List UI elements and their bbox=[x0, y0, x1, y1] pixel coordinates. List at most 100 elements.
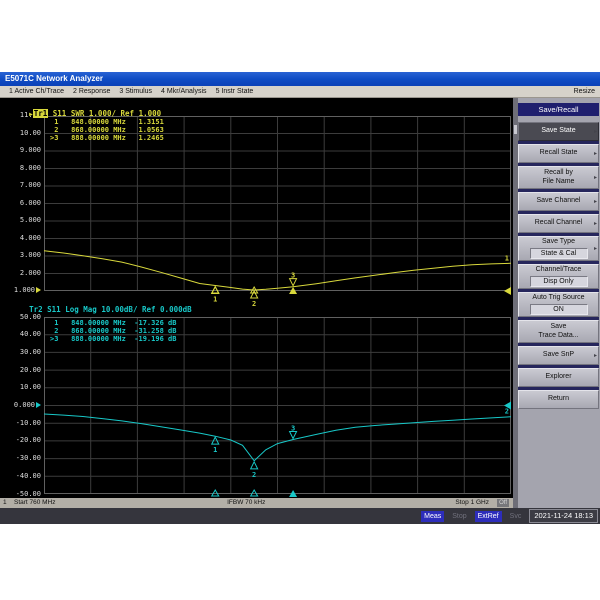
trace1-header[interactable]: ▶Tr1 S11 SWR 1.000/ Ref 1.000 bbox=[2, 100, 161, 110]
status-badge-svc: Svc bbox=[507, 511, 525, 522]
marker-number-label: 2 bbox=[252, 300, 256, 308]
channel-number: 1 bbox=[3, 498, 7, 508]
status-badge-stop: Stop bbox=[449, 511, 469, 522]
y-tick-label: 1.000 bbox=[0, 286, 41, 294]
marker-number-label: 1 bbox=[213, 295, 217, 303]
marker-icon[interactable] bbox=[290, 278, 297, 285]
y-tick-label: 5.000 bbox=[0, 216, 41, 224]
softkey-label: Save Type bbox=[542, 238, 575, 247]
softkey-auto-trig-source[interactable]: Auto Trig SourceON bbox=[518, 292, 599, 317]
marker-table-row: 2 868.00000 MHz -31.258 dB bbox=[50, 327, 176, 335]
y-tick-label: 30.00 bbox=[0, 348, 41, 356]
softkey-label: Save Channel bbox=[537, 197, 581, 206]
datetime-display: 2021-11-24 18:13 bbox=[529, 509, 598, 523]
ref-level-arrow-icon bbox=[36, 402, 41, 408]
marker-number-label: 1 bbox=[213, 446, 217, 454]
marker-table-row: 1 848.00000 MHz -17.326 dB bbox=[50, 319, 176, 327]
y-tick-label: -40.00 bbox=[0, 472, 41, 480]
softkey-label: Save SnP bbox=[543, 351, 574, 360]
marker-table-row: 2 868.00000 MHz 1.0563 bbox=[50, 126, 164, 134]
trace2-plot: 2123 bbox=[44, 317, 511, 494]
softkey-menu-title: Save/Recall bbox=[518, 103, 599, 116]
marker-table-row: >3 888.00000 MHz -19.196 dB bbox=[50, 335, 176, 343]
marker-icon[interactable] bbox=[251, 462, 258, 469]
ref-level-arrow-icon bbox=[36, 287, 41, 293]
submenu-arrow-icon: ▸ bbox=[594, 173, 597, 182]
y-tick-label: -30.00 bbox=[0, 454, 41, 462]
submenu-arrow-icon: ▸ bbox=[594, 149, 597, 158]
trace2-chip: Tr2 bbox=[29, 305, 43, 314]
status-badges: Meas Stop ExtRef Svc bbox=[421, 511, 524, 522]
menu-item[interactable]: 2 Response bbox=[73, 88, 110, 95]
submenu-arrow-icon: ▸ bbox=[594, 351, 597, 360]
submenu-arrow-icon: ▸ bbox=[594, 127, 597, 136]
start-frequency: Start 760 MHz bbox=[14, 498, 56, 508]
menu-bar: 1 Active Ch/Trace 2 Response 3 Stimulus 4 M… bbox=[0, 86, 600, 98]
softkey-save-trace-data[interactable]: Save Trace Data... bbox=[518, 320, 599, 343]
y-tick-label: 20.00 bbox=[0, 366, 41, 374]
trace1-params: S11 SWR 1.000/ Ref 1.000 bbox=[48, 109, 161, 118]
softkey-label: Save State bbox=[541, 127, 575, 136]
y-tick-label: 0.000 bbox=[0, 401, 41, 409]
submenu-arrow-icon: ▸ bbox=[594, 219, 597, 228]
trace1-marker-table: 1 848.00000 MHz 1.3151 2 868.00000 MHz 1… bbox=[50, 118, 164, 142]
y-tick-label: -20.00 bbox=[0, 436, 41, 444]
window-title: E5071C Network Analyzer bbox=[5, 74, 103, 83]
softkey-save-type[interactable]: Save TypeState & Cal▸ bbox=[518, 236, 599, 261]
analyzer-window: E5071C Network Analyzer 1 Active Ch/Trac… bbox=[0, 72, 600, 524]
y-tick-label: 10.00 bbox=[0, 129, 41, 137]
softkey-return[interactable]: Return bbox=[518, 390, 599, 409]
softkey-value: ON bbox=[530, 304, 588, 315]
y-tick-label: 8.000 bbox=[0, 164, 41, 172]
softkey-label: Recall by File Name bbox=[543, 169, 575, 186]
marker-table-row: 1 848.00000 MHz 1.3151 bbox=[50, 118, 164, 126]
ifbw-value: IFBW 70 kHz bbox=[227, 498, 265, 508]
marker-number-label: 2 bbox=[252, 471, 256, 479]
stop-badge: Off bbox=[497, 499, 509, 507]
softkey-sidebar: Save/Recall Save State▸Recall State▸Reca… bbox=[513, 98, 600, 508]
instrument-status-bar: Meas Stop ExtRef Svc 2021-11-24 18:13 bbox=[0, 508, 600, 524]
softkey-label: Recall Channel bbox=[535, 219, 582, 228]
submenu-arrow-icon: ▸ bbox=[594, 244, 597, 253]
trace2-params: S11 Log Mag 10.00dB/ Ref 0.000dB bbox=[43, 305, 192, 314]
softkey-recall-state[interactable]: Recall State▸ bbox=[518, 144, 599, 163]
trace-number-label: 1 bbox=[505, 254, 509, 262]
menu-item[interactable]: 4 Mkr/Analysis bbox=[161, 88, 207, 95]
submenu-arrow-icon: ▸ bbox=[594, 197, 597, 206]
ref-level-arrow-icon bbox=[504, 287, 511, 295]
menu-item-resize[interactable]: Resize bbox=[574, 86, 595, 98]
stop-frequency: Stop 1 GHz bbox=[455, 498, 489, 508]
menu-item[interactable]: 5 Instr State bbox=[216, 88, 254, 95]
status-badge-meas: Meas bbox=[421, 511, 444, 522]
y-tick-label: 10.00 bbox=[0, 383, 41, 391]
softkey-save-state[interactable]: Save State ▸ bbox=[518, 122, 599, 141]
softkey-label: Explorer bbox=[545, 373, 571, 382]
softkey-label: Save Trace Data... bbox=[538, 323, 578, 340]
trace2-header[interactable]: Tr2 S11 Log Mag 10.00dB/ Ref 0.000dB bbox=[2, 296, 192, 306]
y-tick-label: 7.000 bbox=[0, 181, 41, 189]
softkey-label: Return bbox=[548, 395, 569, 404]
menu-items: 1 Active Ch/Trace 2 Response 3 Stimulus 4 M… bbox=[0, 88, 253, 95]
status-badge-extref: ExtRef bbox=[475, 511, 502, 522]
softkey-save-snp[interactable]: Save SnP ▸ bbox=[518, 346, 599, 365]
title-bar[interactable]: E5071C Network Analyzer bbox=[0, 72, 600, 86]
softkey-recall-channel[interactable]: Recall Channel ▸ bbox=[518, 214, 599, 233]
channel-status-bar: 1 Start 760 MHz IFBW 70 kHz Stop 1 GHz O… bbox=[0, 498, 513, 508]
marker-table-row: >3 888.00000 MHz 1.2465 bbox=[50, 134, 164, 142]
softkey-label: Channel/Trace bbox=[536, 266, 582, 275]
marker-icon[interactable] bbox=[290, 431, 297, 438]
y-tick-label: 9.000 bbox=[0, 146, 41, 154]
softkey-value: Disp Only bbox=[530, 276, 588, 287]
y-tick-label: -50.00 bbox=[0, 490, 41, 498]
menu-item[interactable]: 3 Stimulus bbox=[119, 88, 152, 95]
menu-item[interactable]: 1 Active Ch/Trace bbox=[9, 88, 64, 95]
softkey-explorer[interactable]: Explorer bbox=[518, 368, 599, 387]
softkey-scroll-notch bbox=[514, 125, 517, 134]
trace2-marker-table: 1 848.00000 MHz -17.326 dB 2 868.00000 M… bbox=[50, 319, 176, 343]
trace-number-label: 2 bbox=[505, 408, 509, 416]
y-tick-label: -10.00 bbox=[0, 419, 41, 427]
y-tick-label: 6.000 bbox=[0, 199, 41, 207]
softkey-save-channel[interactable]: Save Channel ▸ bbox=[518, 192, 599, 211]
softkey-recall-by-file-name[interactable]: Recall by File Name ▸ bbox=[518, 166, 599, 189]
softkey-channel-trace[interactable]: Channel/TraceDisp Only bbox=[518, 264, 599, 289]
